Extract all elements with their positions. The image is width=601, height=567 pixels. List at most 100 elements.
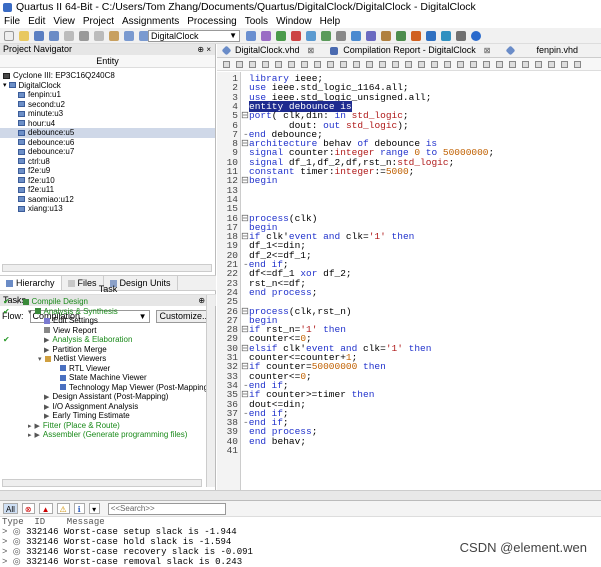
tab-digitalclock-vhd[interactable]: DigitalClock.vhd ⊠	[217, 44, 320, 57]
tree-item-digitalclock[interactable]: ▾ DigitalClock	[0, 81, 215, 91]
pin-planner-icon[interactable]	[276, 31, 286, 41]
task-horizontal-scrollbar[interactable]	[2, 479, 202, 487]
toolbar-icon[interactable]	[379, 60, 386, 68]
message-search-input[interactable]: <<Search>>	[107, 502, 226, 515]
toolbar-icon[interactable]	[392, 60, 399, 68]
task-row[interactable]: ▸ ▶ Assembler (Generate programming files)	[0, 430, 216, 440]
project-selector[interactable]: DigitalClock ▼	[148, 30, 240, 42]
start-icon[interactable]	[351, 31, 361, 41]
task-row[interactable]: ▶ Early Timing Estimate	[0, 411, 216, 421]
task-row[interactable]: ✔ ▶ Analysis & Elaboration	[0, 335, 216, 345]
tree-item[interactable]: fenpin:u1	[0, 90, 215, 100]
programmer-icon[interactable]	[426, 31, 436, 41]
save-icon[interactable]	[34, 30, 44, 41]
toolbar-icon[interactable]	[288, 60, 295, 68]
message-row[interactable]: > ◎ 332146 Worst-case setup slack is -1.…	[0, 527, 601, 537]
task-row[interactable]: RTL Viewer	[0, 364, 216, 374]
toolbar-icon[interactable]	[561, 60, 568, 68]
toolbar-icon[interactable]	[353, 60, 360, 68]
menu-help[interactable]: Help	[320, 16, 341, 27]
horizontal-scrollbar[interactable]	[2, 264, 212, 272]
tree-item[interactable]: f2e:u9	[0, 166, 215, 176]
tree-item[interactable]: debounce:u6	[0, 138, 215, 148]
task-row[interactable]: ✔ ▾ Compile Design	[0, 297, 216, 307]
toolbar-icon[interactable]	[236, 60, 243, 68]
toolbar-icon[interactable]	[366, 60, 373, 68]
toolbar-icon[interactable]	[470, 60, 477, 68]
task-row[interactable]: View Report	[0, 326, 216, 336]
toolbar-icon[interactable]	[457, 60, 464, 68]
toolbar-icon[interactable]	[223, 60, 230, 68]
toolbar-icon[interactable]	[314, 60, 321, 68]
warning-filter-icon[interactable]: ⚠	[56, 503, 70, 514]
toolbar-icon[interactable]	[548, 60, 555, 68]
task-row[interactable]: ▾ Netlist Viewers	[0, 354, 216, 364]
analysis-icon[interactable]	[306, 31, 316, 41]
toolbar-icon[interactable]	[327, 60, 334, 68]
task-row[interactable]: ▸ ▶ Fitter (Place & Route)	[0, 421, 216, 431]
netlist-icon[interactable]	[381, 31, 391, 41]
error-filter-icon[interactable]: ⊗	[21, 503, 35, 514]
menu-tools[interactable]: Tools	[245, 16, 268, 27]
undo-icon[interactable]	[124, 30, 134, 41]
tree-item[interactable]: hour:u4	[0, 119, 215, 129]
copy-icon[interactable]	[94, 30, 104, 41]
tool-icon[interactable]	[456, 31, 466, 41]
toolbar-icon[interactable]	[522, 60, 529, 68]
panel-separator[interactable]	[0, 490, 601, 500]
toolbar-icon[interactable]	[431, 60, 438, 68]
tree-item[interactable]: f2e:u11	[0, 185, 215, 195]
new-file-icon[interactable]	[4, 30, 14, 41]
tree-item[interactable]: saomiao:u12	[0, 195, 215, 205]
task-column-header[interactable]: Task	[0, 284, 216, 295]
toolbar-icon[interactable]	[275, 60, 282, 68]
filter-all-button[interactable]: All	[3, 503, 18, 514]
close-icon[interactable]: ⊠	[308, 44, 315, 57]
menu-edit[interactable]: Edit	[28, 16, 45, 27]
power-icon[interactable]	[411, 31, 421, 41]
panel-controls-icon[interactable]: ⊕ ×	[197, 44, 211, 55]
info-filter-icon[interactable]: ℹ	[73, 503, 85, 514]
menu-file[interactable]: File	[4, 16, 20, 27]
menu-project[interactable]: Project	[83, 16, 114, 27]
toolbar-icon[interactable]	[535, 60, 542, 68]
suppress-filter-icon[interactable]: ▾	[88, 503, 100, 514]
task-row[interactable]: Technology Map Viewer (Post-Mapping)	[0, 383, 216, 393]
toolbar-icon[interactable]	[496, 60, 503, 68]
tree-item[interactable]: minute:u3	[0, 109, 215, 119]
settings-icon[interactable]	[246, 31, 256, 41]
task-row[interactable]: ▶ Design Assistant (Post-Mapping)	[0, 392, 216, 402]
paste-icon[interactable]	[109, 30, 119, 41]
tree-item[interactable]: second:u2	[0, 100, 215, 110]
save-all-icon[interactable]	[49, 30, 59, 41]
tree-item[interactable]: f2e:u10	[0, 176, 215, 186]
task-scrollbar[interactable]	[206, 295, 215, 487]
menu-processing[interactable]: Processing	[187, 16, 236, 27]
task-row[interactable]: ▶ I/O Assignment Analysis	[0, 402, 216, 412]
stop-icon[interactable]	[336, 31, 346, 41]
tab-compilation-report[interactable]: Compilation Report - DigitalClock ⊠	[324, 44, 496, 57]
assignment-editor-icon[interactable]	[291, 31, 301, 41]
entity-column-header[interactable]: Entity	[0, 55, 215, 68]
tree-item[interactable]: ctrl:u8	[0, 157, 215, 167]
task-row[interactable]: ✔ ▾ Analysis & Synthesis	[0, 307, 216, 317]
toolbar-icon[interactable]	[444, 60, 451, 68]
sopc-icon[interactable]	[441, 31, 451, 41]
toolbar-icon[interactable]	[405, 60, 412, 68]
toolbar-icon[interactable]	[418, 60, 425, 68]
open-folder-icon[interactable]	[19, 30, 29, 41]
menu-assignments[interactable]: Assignments	[122, 16, 179, 27]
timing-icon[interactable]	[366, 31, 376, 41]
close-icon[interactable]: ⊠	[484, 44, 491, 57]
menu-view[interactable]: View	[53, 16, 75, 27]
toolbar-icon[interactable]	[301, 60, 308, 68]
toolbar-icon[interactable]	[574, 60, 581, 68]
task-row[interactable]: State Machine Viewer	[0, 373, 216, 383]
tree-item[interactable]: debounce:u7	[0, 147, 215, 157]
toolbar-icon[interactable]	[249, 60, 256, 68]
toolbar-icon[interactable]	[509, 60, 516, 68]
tree-item-selected[interactable]: debounce:u5	[0, 128, 215, 138]
toolbar-icon[interactable]	[483, 60, 490, 68]
cut-icon[interactable]	[79, 30, 89, 41]
tree-item[interactable]: xiang:u13	[0, 204, 215, 214]
